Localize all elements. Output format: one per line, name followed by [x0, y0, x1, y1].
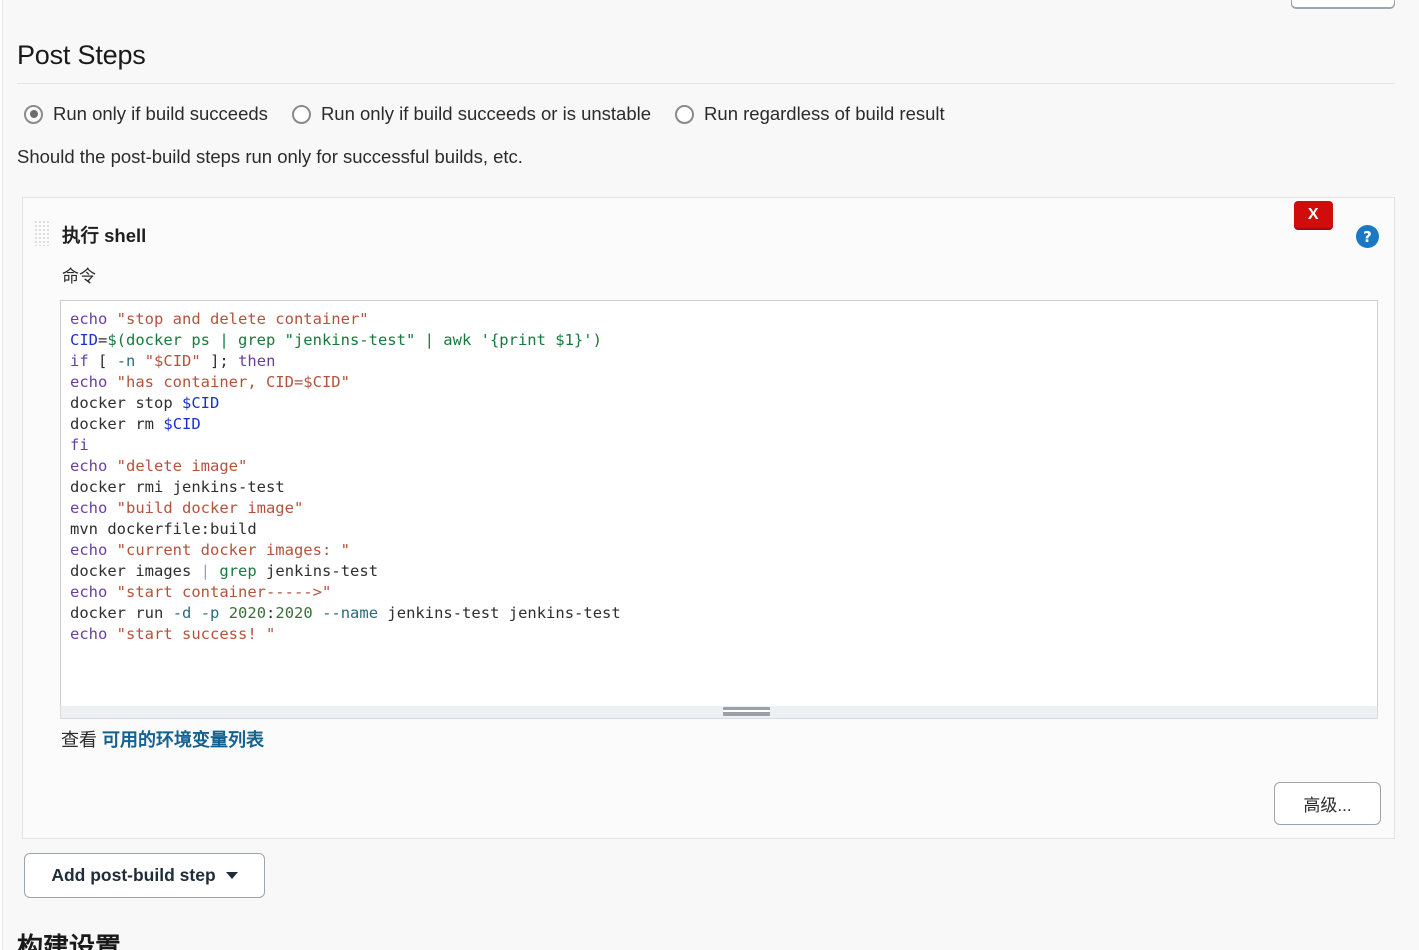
env-variables-link[interactable]: 可用的环境变量列表 — [102, 730, 264, 750]
radio-run-if-succeeds[interactable]: Run only if build succeeds — [24, 103, 268, 125]
code-line: docker stop $CID — [70, 394, 220, 412]
drag-handle-icon[interactable] — [34, 220, 50, 246]
radio-run-regardless[interactable]: Run regardless of build result — [675, 103, 945, 125]
code-line: docker images | grep jenkins-test — [70, 562, 379, 580]
delete-step-button[interactable]: X — [1294, 201, 1333, 228]
radio-dot-icon[interactable] — [675, 104, 695, 124]
add-post-build-step-label: Add post-build step — [51, 865, 216, 885]
chevron-down-icon — [225, 872, 238, 879]
radio-label: Run only if build succeeds or is unstabl… — [320, 103, 652, 124]
code-line: docker rm $CID — [70, 415, 201, 433]
code-line: fi — [70, 436, 89, 454]
radio-label: Run regardless of build result — [704, 103, 945, 124]
section-help-text: Should the post-build steps run only for… — [17, 146, 523, 167]
build-result-radio-group: Run only if build succeeds Run only if b… — [24, 103, 969, 125]
page-title: Post Steps — [17, 40, 146, 70]
editor-horizontal-scrollbar[interactable] — [60, 706, 1378, 719]
code-line: echo "current docker images: " — [70, 541, 350, 559]
code-line: echo "delete image" — [70, 457, 248, 475]
code-line: docker rmi jenkins-test — [70, 478, 285, 496]
radio-run-if-succeeds-or-unstable[interactable]: Run only if build succeeds or is unstabl… — [291, 103, 652, 125]
code-line: echo "has container, CID=$CID" — [70, 373, 350, 391]
radio-dot-icon[interactable] — [24, 104, 43, 124]
radio-dot-icon[interactable] — [291, 104, 311, 124]
add-post-build-step-button[interactable]: Add post-build step — [24, 853, 265, 898]
code-line: echo "start success! " — [70, 625, 276, 643]
post-build-step-panel: 执行 shell X ? 命令 echo "stop and delete co… — [22, 197, 1395, 839]
code-line: docker run -d -p 2020:2020 --name jenkin… — [70, 604, 621, 622]
shell-script-text[interactable]: echo "stop and delete container" CID=$(do… — [70, 309, 621, 645]
page-left-gutter — [0, 0, 3, 950]
code-line: echo "build docker image" — [70, 499, 304, 517]
help-icon[interactable]: ? — [1356, 225, 1379, 248]
title-divider — [17, 83, 1395, 84]
advanced-button[interactable]: 高级... — [1274, 782, 1381, 825]
env-lead-text: 查看 — [61, 730, 103, 750]
env-variables-line: 查看 可用的环境变量列表 — [61, 726, 264, 752]
code-line: if [ -n "$CID" ]; then — [70, 352, 276, 370]
code-line: echo "start container----->" — [70, 583, 332, 601]
shell-command-editor[interactable]: echo "stop and delete container" CID=$(do… — [60, 300, 1378, 712]
code-line: mvn dockerfile:build — [70, 520, 257, 538]
code-line: echo "stop and delete container" — [70, 310, 369, 328]
scrollbar-thumb[interactable] — [723, 707, 770, 716]
next-section-title: 构建设置 — [17, 932, 122, 950]
code-line: CID=$(docker ps | grep "jenkins-test" | … — [70, 331, 602, 349]
top-cutoff-button[interactable] — [1291, 0, 1395, 8]
post-steps-page: Post Steps Run only if build succeeds Ru… — [0, 0, 1419, 950]
radio-label: Run only if build succeeds — [53, 103, 268, 124]
command-field-label: 命令 — [62, 267, 96, 286]
builder-title: 执行 shell — [62, 225, 147, 246]
